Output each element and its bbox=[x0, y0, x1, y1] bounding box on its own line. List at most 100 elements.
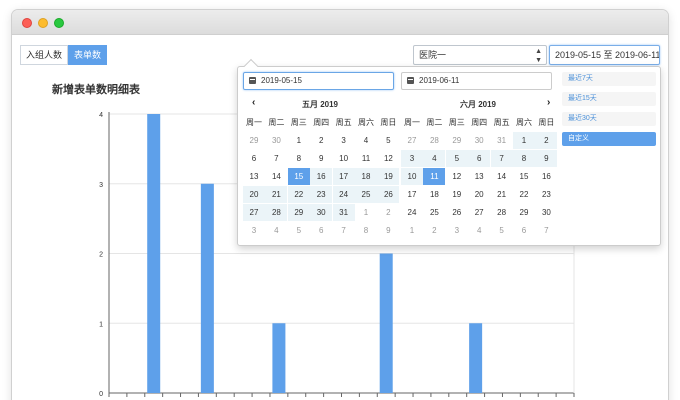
calendar-day[interactable]: 4 bbox=[423, 150, 446, 167]
calendar-day[interactable]: 7 bbox=[535, 222, 557, 239]
calendar-day[interactable]: 12 bbox=[377, 150, 399, 167]
calendar-day[interactable]: 30 bbox=[265, 132, 287, 149]
calendar-day[interactable]: 8 bbox=[513, 150, 535, 167]
calendar-day[interactable]: 2 bbox=[310, 132, 332, 149]
calendar-day[interactable]: 9 bbox=[310, 150, 332, 167]
bar bbox=[272, 323, 286, 393]
calendar-day[interactable]: 29 bbox=[446, 132, 468, 149]
calendar-day[interactable]: 11 bbox=[355, 150, 377, 167]
calendar-icon bbox=[407, 77, 414, 84]
calendar-day[interactable]: 24 bbox=[332, 186, 355, 203]
calendar-day[interactable]: 4 bbox=[265, 222, 287, 239]
calendar-day[interactable]: 17 bbox=[332, 168, 355, 185]
calendar-day[interactable]: 26 bbox=[446, 204, 468, 221]
calendar-day[interactable]: 31 bbox=[332, 204, 355, 221]
calendar-day[interactable]: 21 bbox=[265, 186, 288, 203]
calendar-day[interactable]: 5 bbox=[445, 150, 468, 167]
calendar-day[interactable]: 21 bbox=[491, 186, 513, 203]
weekday-label: 周日 bbox=[380, 118, 397, 127]
calendar-day[interactable]: 3 bbox=[333, 132, 355, 149]
calendar-day[interactable]: 18 bbox=[355, 168, 377, 185]
calendar-day[interactable]: 6 bbox=[468, 150, 491, 167]
calendar-icon bbox=[249, 77, 256, 84]
calendar-day[interactable]: 12 bbox=[446, 168, 468, 185]
calendar-day[interactable]: 9 bbox=[377, 222, 399, 239]
calendar-day[interactable]: 8 bbox=[288, 150, 310, 167]
calendar-day[interactable]: 31 bbox=[491, 132, 513, 149]
calendar-day[interactable]: 5 bbox=[288, 222, 310, 239]
calendar-day[interactable]: 16 bbox=[310, 168, 333, 185]
calendar-day[interactable]: 15 bbox=[513, 168, 535, 185]
calendar-day[interactable]: 5 bbox=[377, 132, 399, 149]
calendar-day[interactable]: 14 bbox=[491, 168, 513, 185]
calendar-day[interactable]: 27 bbox=[468, 204, 490, 221]
calendar-day[interactable]: 6 bbox=[243, 150, 265, 167]
calendar-day[interactable]: 29 bbox=[243, 132, 265, 149]
calendar-day[interactable]: 23 bbox=[310, 186, 333, 203]
calendar-day[interactable]: 19 bbox=[446, 186, 468, 203]
calendar-day[interactable]: 4 bbox=[355, 132, 377, 149]
start-date-value: 2019-05-15 bbox=[261, 76, 302, 85]
calendar-day[interactable]: 7 bbox=[333, 222, 355, 239]
calendar-day[interactable]: 27 bbox=[401, 132, 423, 149]
calendar-day[interactable]: 6 bbox=[513, 222, 535, 239]
preset-ranges: 最近7天 最近15天 最近30天 自定义 bbox=[562, 72, 656, 152]
calendar-day[interactable]: 13 bbox=[468, 168, 490, 185]
calendar-day[interactable]: 2 bbox=[377, 204, 399, 221]
calendar-day[interactable]: 25 bbox=[355, 186, 377, 203]
range-last-7-days[interactable]: 最近7天 bbox=[562, 72, 656, 86]
calendar-day[interactable]: 22 bbox=[513, 186, 535, 203]
range-custom[interactable]: 自定义 bbox=[562, 132, 656, 146]
range-last-30-days[interactable]: 最近30天 bbox=[562, 112, 656, 126]
calendar-day[interactable]: 29 bbox=[287, 204, 310, 221]
calendar-day[interactable]: 20 bbox=[468, 186, 490, 203]
calendar-day[interactable]: 2 bbox=[535, 132, 558, 149]
calendar-day[interactable]: 7 bbox=[490, 150, 513, 167]
calendar-day[interactable]: 9 bbox=[535, 150, 558, 167]
calendar-day[interactable]: 25 bbox=[423, 204, 445, 221]
calendar-day[interactable]: 8 bbox=[355, 222, 377, 239]
calendar-day[interactable]: 16 bbox=[535, 168, 557, 185]
calendar-day[interactable]: 20 bbox=[243, 186, 265, 203]
calendar-day[interactable]: 1 bbox=[355, 204, 377, 221]
calendar-day[interactable]: 19 bbox=[377, 168, 400, 185]
calendar-day[interactable]: 24 bbox=[401, 204, 423, 221]
calendar-day[interactable]: 18 bbox=[423, 186, 445, 203]
calendar-day[interactable]: 1 bbox=[513, 132, 535, 149]
calendar-day[interactable]: 28 bbox=[423, 132, 445, 149]
calendar-day[interactable]: 10 bbox=[333, 150, 355, 167]
range-last-15-days[interactable]: 最近15天 bbox=[562, 92, 656, 106]
calendar-day[interactable]: 3 bbox=[446, 222, 468, 239]
calendar-day[interactable]: 1 bbox=[288, 132, 310, 149]
weekday-label: 周三 bbox=[448, 118, 465, 127]
calendar-day[interactable]: 28 bbox=[265, 204, 288, 221]
calendar-day[interactable]: 15 bbox=[287, 168, 310, 185]
start-date-input[interactable]: 2019-05-15 bbox=[243, 72, 394, 90]
right-month-title: 六月 2019 bbox=[459, 100, 497, 109]
calendar-day[interactable]: 23 bbox=[535, 186, 557, 203]
calendar-day[interactable]: 7 bbox=[265, 150, 287, 167]
calendar-day[interactable]: 17 bbox=[401, 186, 423, 203]
calendar-day[interactable]: 27 bbox=[243, 204, 265, 221]
calendar-day[interactable]: 1 bbox=[401, 222, 423, 239]
calendar-day[interactable]: 3 bbox=[401, 150, 423, 167]
calendar-day[interactable]: 2 bbox=[423, 222, 445, 239]
calendar-day[interactable]: 29 bbox=[513, 204, 535, 221]
calendar-day[interactable]: 11 bbox=[423, 168, 446, 185]
calendar-day[interactable]: 10 bbox=[401, 168, 423, 185]
date-range-picker: 2019-05-15 2019-06-11 ‹ › 五月 2019 六月 201… bbox=[237, 58, 661, 246]
end-date-input[interactable]: 2019-06-11 bbox=[401, 72, 552, 90]
calendar-day[interactable]: 6 bbox=[310, 222, 332, 239]
calendar-day[interactable]: 5 bbox=[491, 222, 513, 239]
calendar-day[interactable]: 3 bbox=[243, 222, 265, 239]
calendar-day[interactable]: 4 bbox=[468, 222, 490, 239]
calendar-day[interactable]: 22 bbox=[287, 186, 310, 203]
calendar-day[interactable]: 30 bbox=[468, 132, 490, 149]
calendar-day[interactable]: 30 bbox=[310, 204, 333, 221]
calendar-day[interactable]: 30 bbox=[535, 204, 557, 221]
calendar-day[interactable]: 14 bbox=[265, 168, 287, 185]
calendar-day[interactable]: 13 bbox=[243, 168, 265, 185]
weekday-label: 周日 bbox=[538, 118, 555, 127]
calendar-day[interactable]: 28 bbox=[491, 204, 513, 221]
calendar-day[interactable]: 26 bbox=[377, 186, 400, 203]
